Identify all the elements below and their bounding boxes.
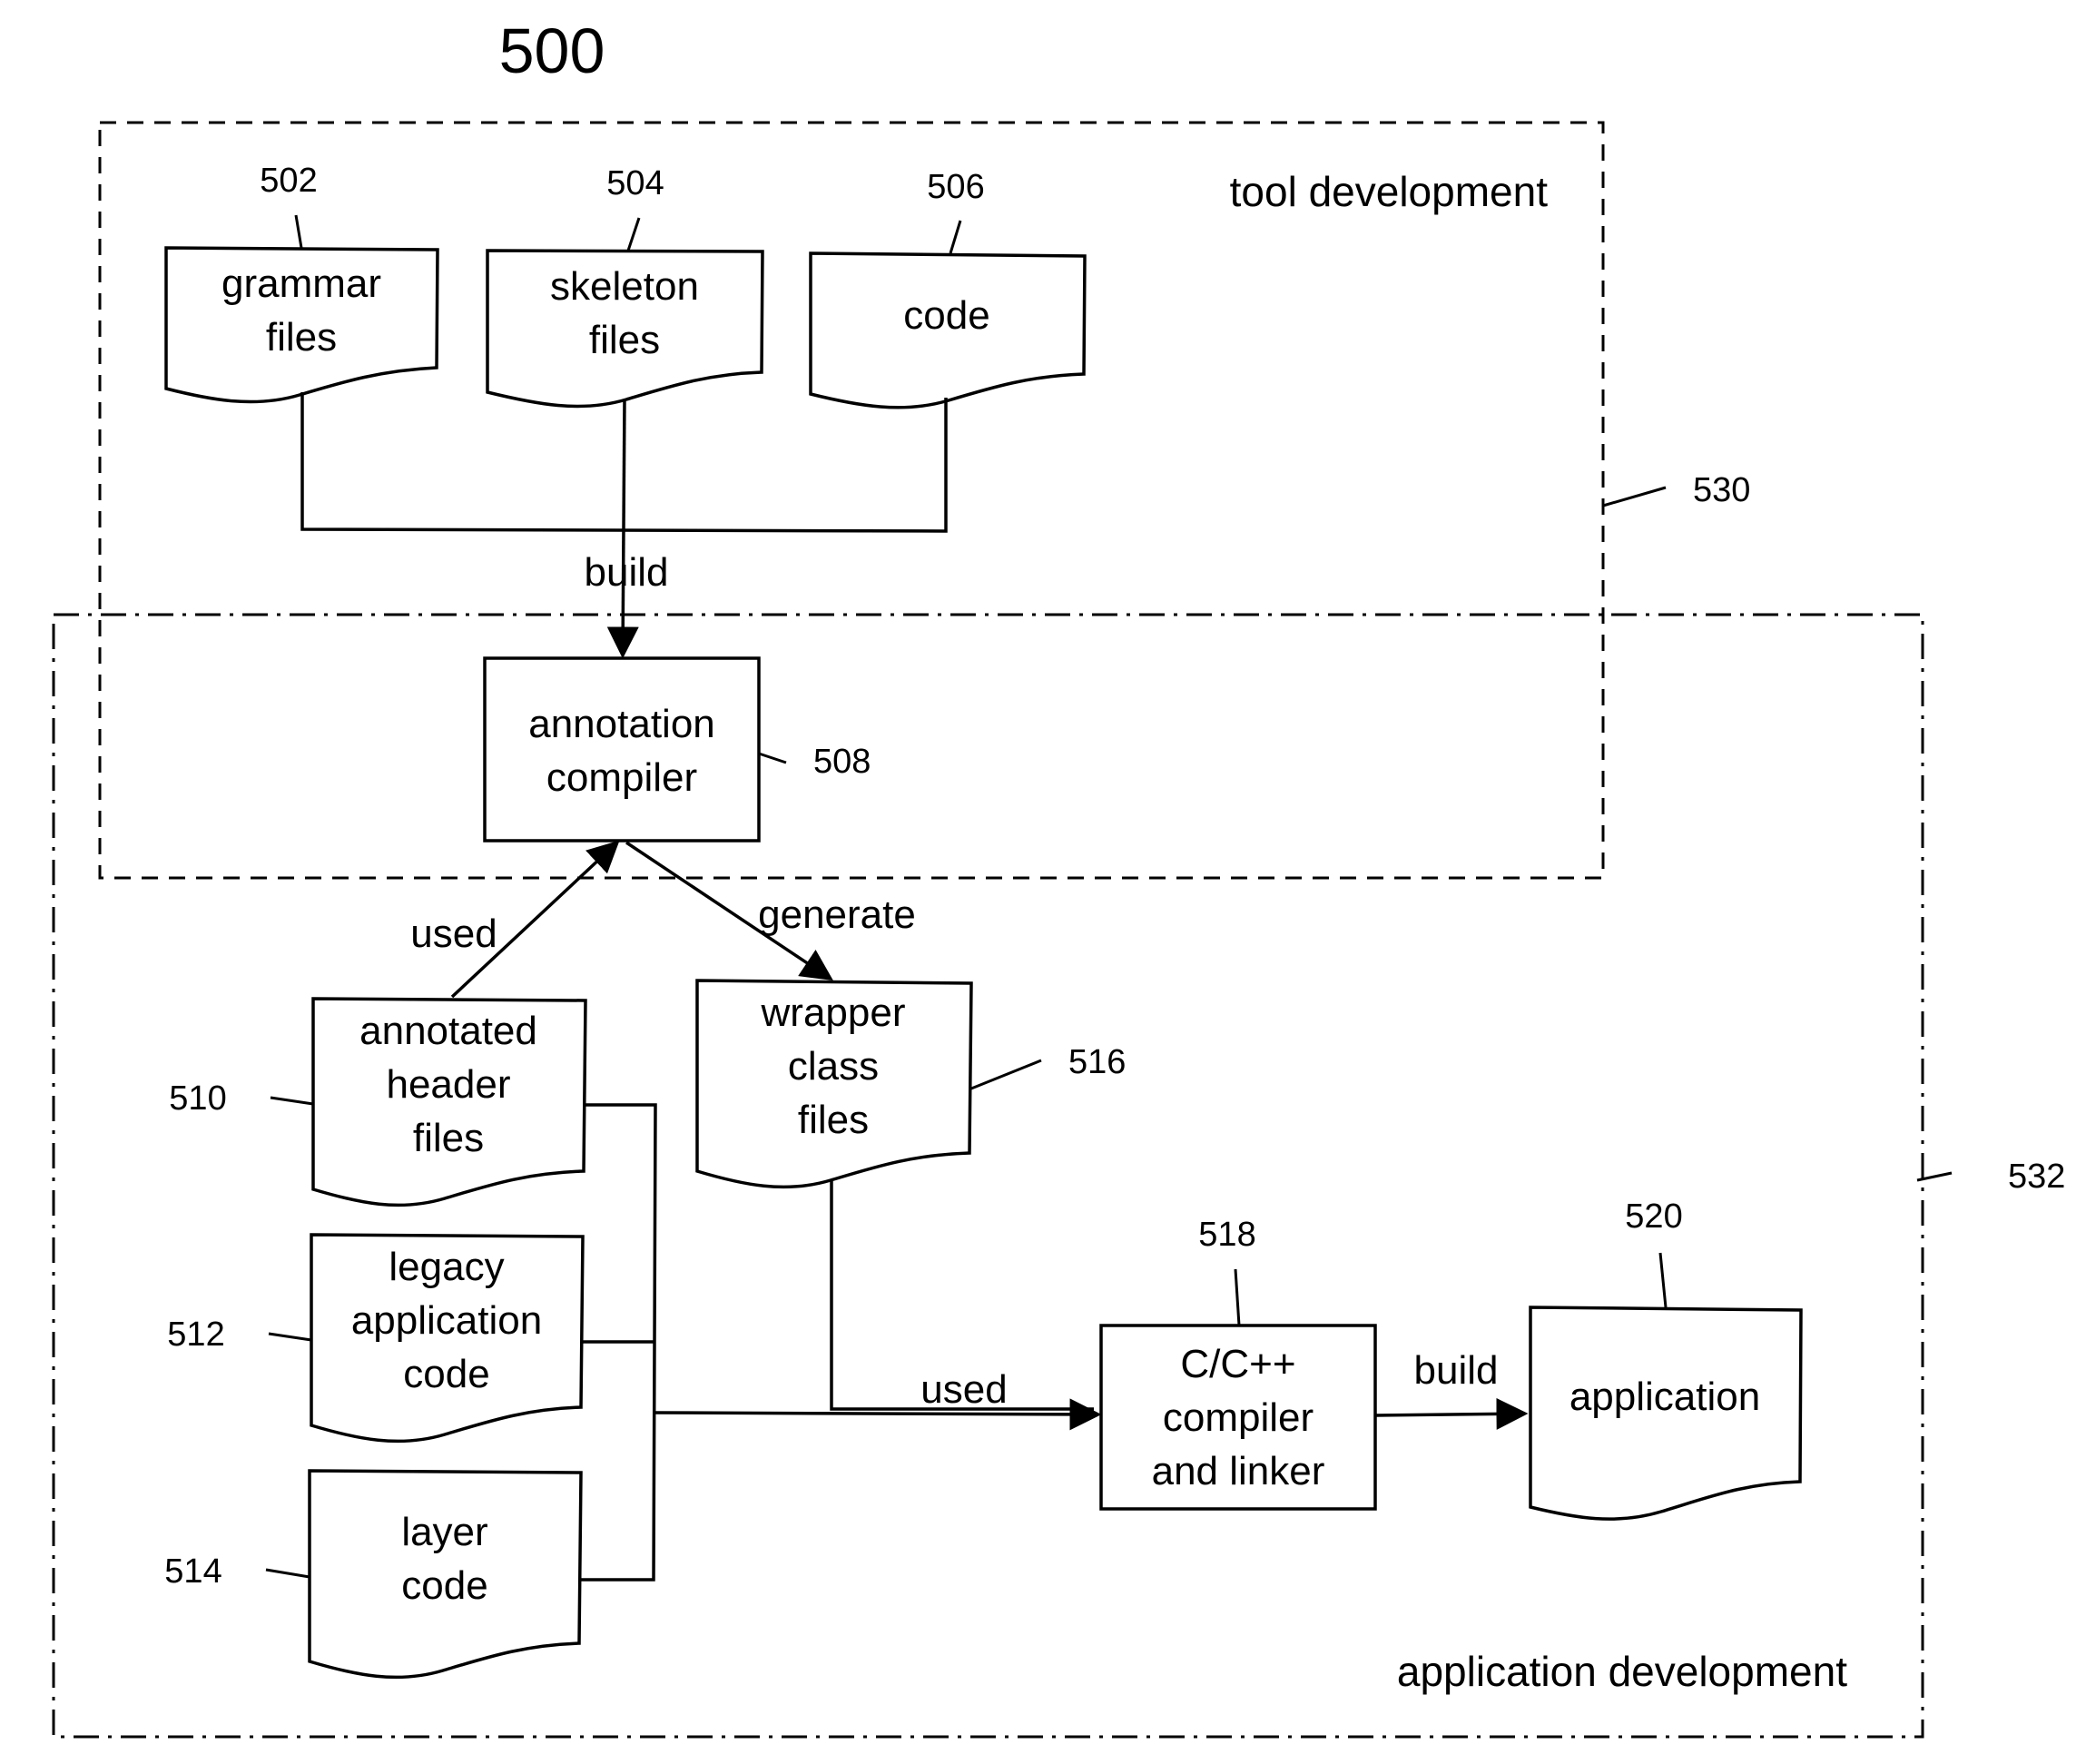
node-annotation-compiler: annotation compiler 508 <box>483 656 871 843</box>
node-label: code <box>401 1563 487 1608</box>
generate-edge-label: generate <box>758 892 916 937</box>
node-wrapper-class-files: wrapper class files 516 <box>695 979 1126 1189</box>
ref-510-leader <box>270 1096 314 1106</box>
ref-512: 512 <box>167 1316 224 1354</box>
node-label: compiler <box>546 755 697 800</box>
ref-520: 520 <box>1625 1197 1682 1236</box>
node-label: annotation <box>528 702 715 746</box>
used-arrow-compiler <box>653 1398 1102 1431</box>
build-app-edge-label: build <box>1414 1348 1499 1393</box>
node-grammar-files: grammar files 502 <box>164 162 439 404</box>
build-edge-label: build <box>585 550 669 595</box>
ref-512-leader <box>268 1332 312 1342</box>
ref-518-leader <box>1234 1268 1241 1326</box>
node-label: and linker <box>1152 1449 1325 1493</box>
patent-figure-500: 500 tool development 530 application dev… <box>52 15 2065 1739</box>
tool-development-label: tool development <box>1230 168 1549 215</box>
node-label: application <box>1569 1375 1760 1419</box>
node-cc-compiler-linker: C/C++ compiler and linker 518 <box>1099 1216 1377 1511</box>
node-label: files <box>589 318 660 362</box>
ref-530-leader <box>1602 486 1667 508</box>
node-label: code <box>403 1352 489 1396</box>
ref-530: 530 <box>1693 471 1750 509</box>
node-label: grammar <box>221 261 381 306</box>
ref-520-leader <box>1658 1252 1668 1308</box>
node-label: layer <box>401 1510 487 1554</box>
ref-532: 532 <box>2008 1158 2065 1196</box>
node-label: files <box>798 1098 869 1142</box>
used-headers-edge-label: used <box>410 912 497 956</box>
node-label: annotated <box>359 1009 537 1053</box>
ref-506-leader <box>949 220 962 254</box>
node-label: class <box>788 1044 879 1089</box>
node-label: files <box>266 315 337 360</box>
ref-508-leader <box>758 752 787 764</box>
node-label: C/C++ <box>1180 1342 1295 1386</box>
ref-502-leader <box>294 214 303 249</box>
ref-504: 504 <box>606 164 664 202</box>
build-app-arrow <box>1374 1397 1529 1430</box>
ref-514: 514 <box>164 1552 221 1591</box>
ref-506: 506 <box>927 168 984 206</box>
ref-516: 516 <box>1068 1043 1126 1081</box>
ref-504-leader <box>626 217 641 251</box>
node-application: application 520 <box>1529 1197 1803 1521</box>
node-label: skeleton <box>550 264 699 309</box>
node-label: code <box>903 293 989 338</box>
node-label: files <box>413 1116 484 1160</box>
ref-518: 518 <box>1198 1216 1255 1254</box>
ref-508: 508 <box>813 743 871 781</box>
node-annotated-header-files: annotated header files 510 <box>169 997 587 1207</box>
ref-516-leader <box>970 1059 1042 1090</box>
node-label: header <box>386 1062 510 1107</box>
build-arrow <box>606 399 639 659</box>
node-layer-code: layer code 514 <box>164 1469 583 1680</box>
application-development-label: application development <box>1397 1648 1847 1695</box>
used-compiler-edge-label: used <box>920 1367 1007 1412</box>
node-label: application <box>351 1298 542 1343</box>
node-label: legacy <box>389 1245 504 1289</box>
node-skeleton-files: skeleton files 504 <box>486 164 764 409</box>
node-label: wrapper <box>761 990 906 1035</box>
node-label: compiler <box>1163 1395 1314 1440</box>
node-code: code 506 <box>809 168 1087 409</box>
ref-514-leader <box>265 1568 310 1579</box>
node-legacy-application-code: legacy application code 512 <box>167 1233 585 1444</box>
figure-number: 500 <box>499 15 605 86</box>
ref-502: 502 <box>260 162 317 200</box>
ref-510: 510 <box>169 1079 226 1118</box>
